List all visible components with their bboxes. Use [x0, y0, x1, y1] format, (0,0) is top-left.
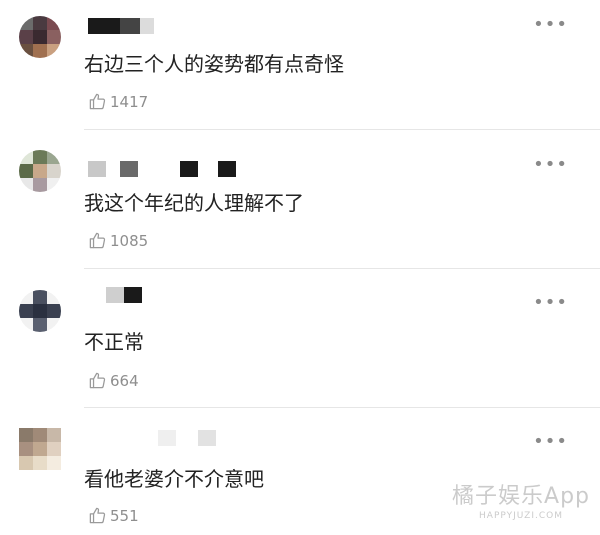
- avatar[interactable]: [19, 428, 61, 470]
- like-count: 1085: [110, 231, 149, 250]
- divider: [84, 268, 600, 269]
- divider: [84, 407, 600, 408]
- like-button[interactable]: 1417: [88, 92, 148, 111]
- like-button[interactable]: 1085: [88, 231, 148, 250]
- watermark-sub-text: HAPPYJUZI.COM: [479, 511, 563, 521]
- like-button[interactable]: 551: [88, 506, 139, 525]
- username-obscured[interactable]: [88, 429, 216, 447]
- thumbs-up-icon: [89, 372, 106, 389]
- like-count: 664: [110, 371, 139, 390]
- watermark: 橘子娱乐App HAPPYJUZI.COM: [452, 478, 590, 521]
- like-count: 1417: [110, 92, 149, 111]
- username-obscured[interactable]: [88, 160, 236, 178]
- more-options-icon[interactable]: •••: [533, 433, 568, 451]
- thumbs-up-icon: [89, 93, 106, 110]
- thumbs-up-icon: [89, 507, 106, 524]
- thumbs-up-icon: [89, 232, 106, 249]
- watermark-main-text: 橘子娱乐App: [452, 484, 590, 509]
- comment-text: 不正常: [84, 330, 144, 354]
- avatar[interactable]: [19, 150, 61, 192]
- comment-text: 看他老婆介不介意吧: [84, 467, 264, 491]
- username-obscured[interactable]: [88, 286, 142, 304]
- like-button[interactable]: 664: [88, 371, 139, 390]
- avatar[interactable]: [19, 16, 61, 58]
- more-options-icon[interactable]: •••: [533, 16, 568, 34]
- username-obscured[interactable]: [88, 17, 154, 35]
- like-count: 551: [110, 506, 139, 525]
- comment-text: 右边三个人的姿势都有点奇怪: [84, 52, 344, 76]
- more-options-icon[interactable]: •••: [533, 294, 568, 312]
- divider: [84, 129, 600, 130]
- more-options-icon[interactable]: •••: [533, 156, 568, 174]
- avatar[interactable]: [19, 290, 61, 332]
- comment-text: 我这个年纪的人理解不了: [84, 191, 304, 215]
